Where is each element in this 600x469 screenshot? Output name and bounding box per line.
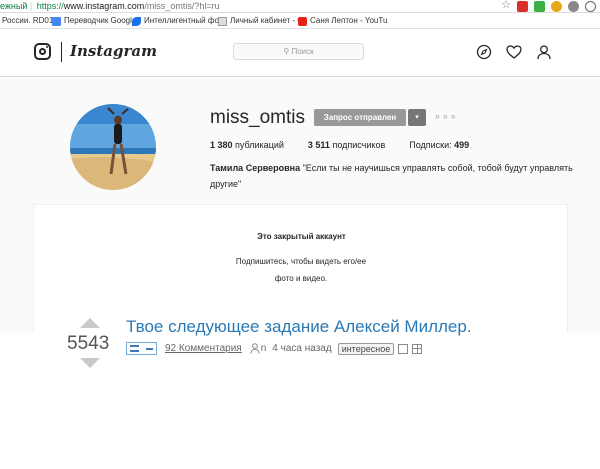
expand-icon[interactable] [412, 343, 423, 354]
url-protocol: https:// [36, 1, 64, 11]
author-initial[interactable]: n [261, 343, 267, 354]
bookmark-item[interactable]: Саня Лептон - YouTu [298, 13, 388, 28]
private-account-card: Это закрытый аккаунт Подпишитесь, чтобы … [33, 204, 568, 334]
profile-stats: 1 380 публикаций 3 511 подписчиков Подпи… [210, 140, 469, 150]
youtube-icon [298, 16, 307, 26]
comments-link[interactable]: 92 Комментария [165, 343, 242, 354]
bookmark-label: Интеллигентный фо [144, 16, 219, 25]
following-stat[interactable]: Подписки: 499 [409, 140, 469, 150]
private-message-line: фото и видео. [274, 274, 328, 283]
extension-shield-icon[interactable] [551, 1, 562, 12]
url-host: www.instagram.com [63, 1, 145, 11]
instagram-logo-icon[interactable] [34, 43, 51, 60]
post-score: 5543 [67, 333, 110, 354]
bookmark-label: Переводчик Google [64, 16, 137, 25]
follow-requested-button[interactable]: Запрос отправлен [314, 109, 406, 126]
private-message-line: Подпишитесь, чтобы видеть его/ее [235, 257, 367, 266]
search-icon: ⚲ [283, 47, 290, 56]
bookmarks-bar: России. RD01… Переводчик Google Интеллиг… [0, 13, 600, 29]
bookmark-label: Саня Лептон - YouTu [310, 16, 388, 25]
following-count: 499 [454, 140, 470, 150]
security-label: ежный [0, 1, 28, 11]
more-options-icon[interactable]: ∘∘∘ [434, 110, 458, 123]
bookmark-item[interactable]: Переводчик Google [52, 13, 137, 28]
bookmark-icon [132, 16, 141, 26]
extension-gray-icon[interactable] [568, 1, 579, 12]
tag-badge[interactable]: интересное [337, 342, 395, 355]
bookmark-item[interactable]: Интеллигентный фо [132, 13, 219, 28]
logo-divider [61, 42, 62, 62]
full-name: Тамила Серверовна [210, 163, 301, 173]
heart-icon[interactable] [506, 44, 522, 60]
extension-red-icon[interactable] [517, 1, 528, 12]
page-icon [218, 16, 227, 26]
posts-count: 1 380 [210, 140, 233, 150]
posts-label: публикаций [235, 140, 284, 150]
post-time: 4 часа назад [272, 343, 332, 354]
private-account-title: Это закрытый аккаунт [257, 232, 346, 241]
menu-icon[interactable] [585, 1, 596, 12]
compass-icon[interactable] [476, 44, 492, 60]
instagram-wordmark[interactable]: Instagram [70, 42, 157, 60]
chevron-down-icon[interactable]: ▾ [408, 109, 426, 126]
vote-up-icon[interactable] [80, 318, 100, 328]
following-label: Подписки: [409, 140, 452, 150]
followers-stat[interactable]: 3 511 подписчиков [308, 140, 385, 150]
instagram-header: Instagram ⚲ Поиск [0, 30, 600, 77]
address-bar[interactable]: ежный | https://www.instagram.com/miss_o… [0, 0, 600, 13]
profile-bio: Тамила Серверовна "Если ты не научишься … [210, 160, 580, 192]
search-input[interactable]: ⚲ Поиск [233, 43, 364, 60]
search-placeholder: Поиск [291, 47, 314, 56]
extension-green-icon[interactable] [534, 1, 545, 12]
user-icon [250, 343, 260, 354]
google-translate-icon [52, 16, 61, 26]
vote-down-icon[interactable] [80, 358, 100, 368]
private-account-message: Подпишитесь, чтобы видеть его/ее фото и … [236, 253, 366, 287]
save-icon[interactable] [398, 343, 409, 354]
followers-count: 3 511 [307, 140, 330, 150]
followers-label: подписчиков [332, 140, 386, 150]
bookmark-item[interactable]: Личный кабинет - С [218, 13, 304, 28]
bookmark-label: Личный кабинет - С [230, 16, 304, 25]
profile-icon[interactable] [536, 44, 552, 60]
url-path: /miss_omtis/?hl=ru [144, 1, 220, 11]
post-meta: 92 Комментария n 4 часа назад интересное [126, 341, 423, 356]
post-title-link[interactable]: Твое следующее задание Алексей Миллер. [126, 317, 472, 337]
avatar[interactable] [70, 104, 156, 190]
bookmark-star-icon[interactable]: ☆ [501, 0, 511, 12]
profile-username: miss_omtis [210, 107, 306, 128]
posts-stat: 1 380 публикаций [210, 140, 284, 150]
view-toggle-icon[interactable] [126, 342, 157, 355]
